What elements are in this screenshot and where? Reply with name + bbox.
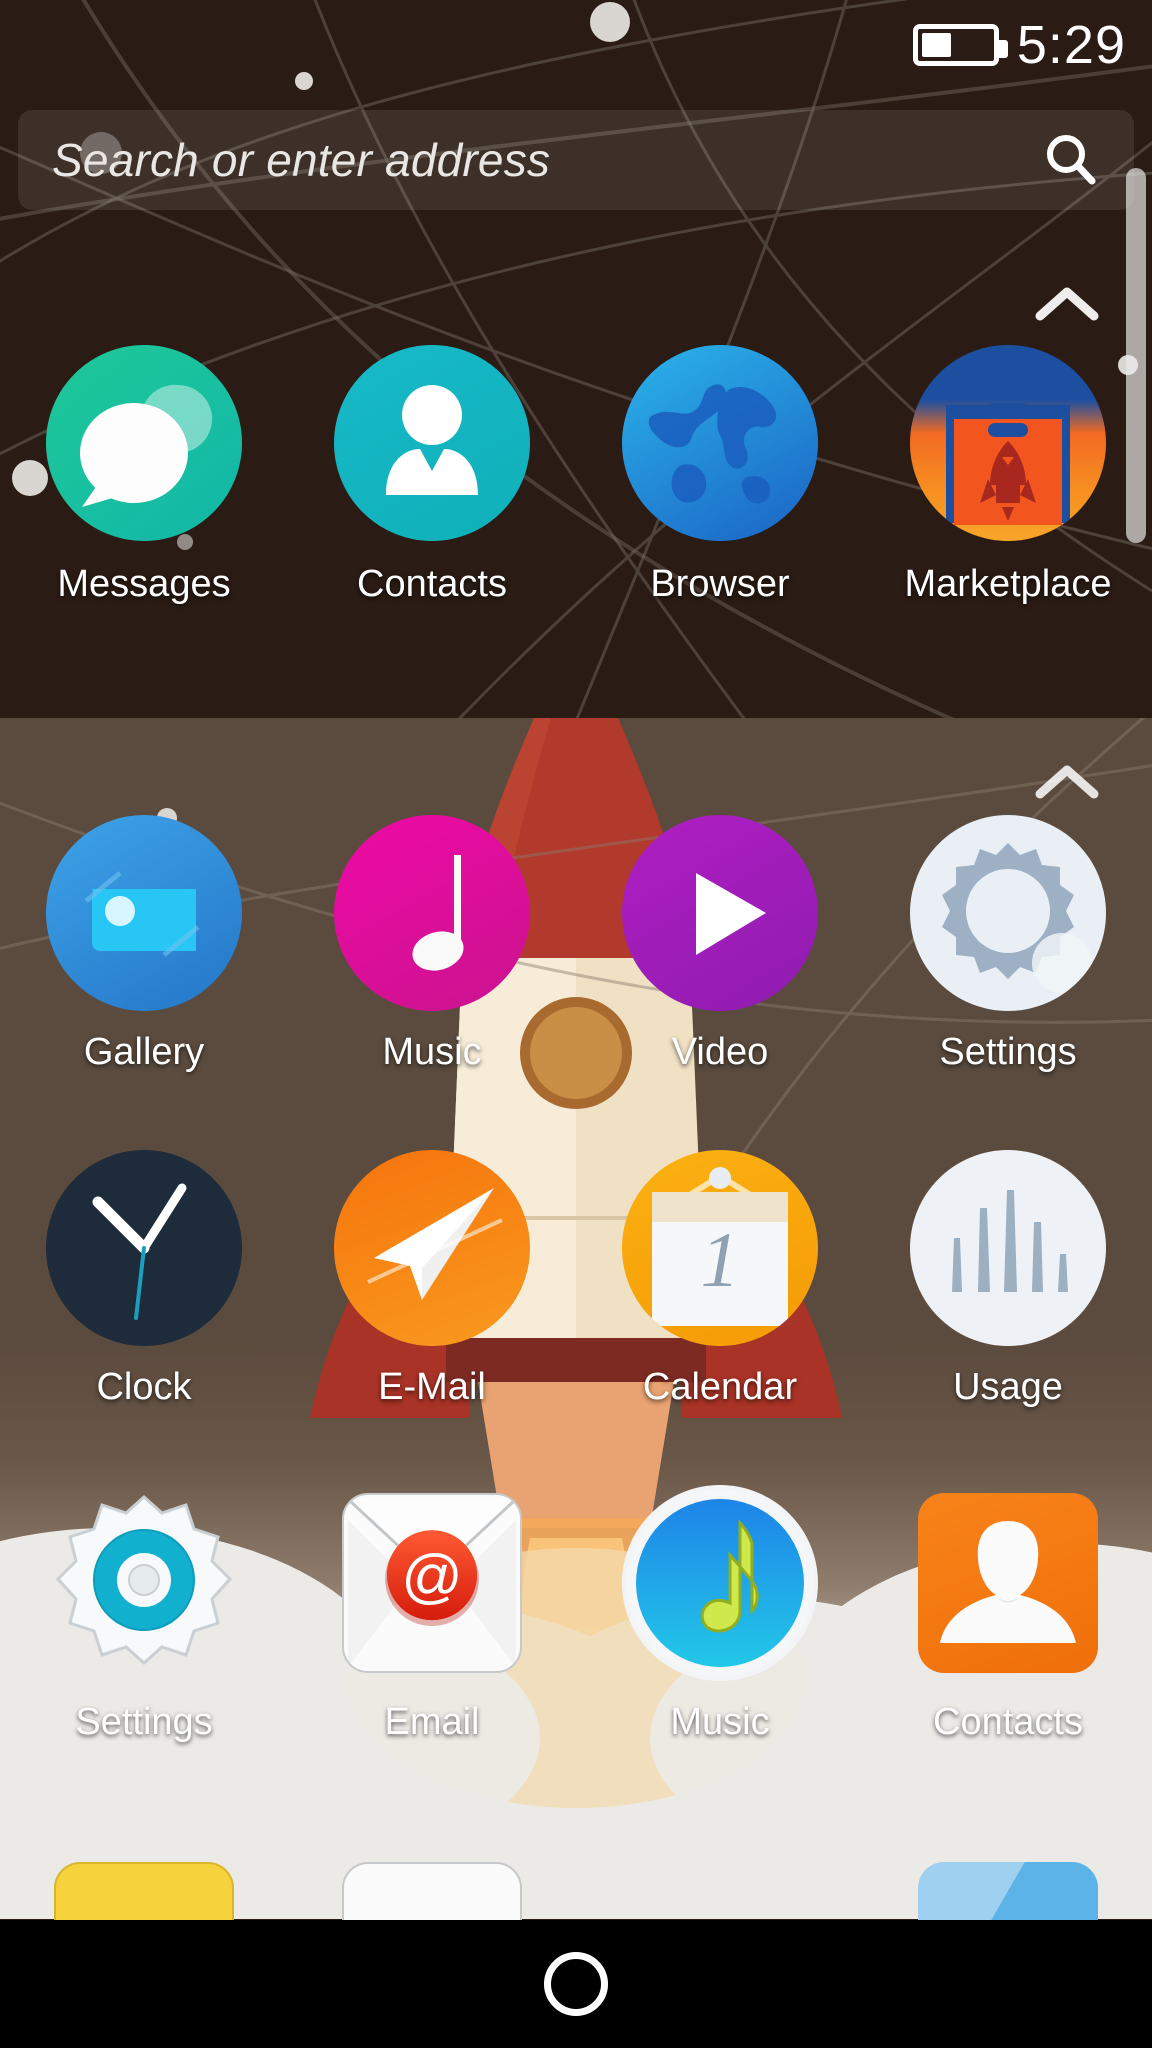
browser-globe-icon[interactable] xyxy=(622,345,818,541)
battery-icon xyxy=(912,24,1008,66)
search-icon[interactable] xyxy=(1042,131,1100,189)
partial-icon-blue[interactable] xyxy=(918,1862,1098,1920)
app-marketplace[interactable]: Marketplace xyxy=(864,345,1152,606)
app-music[interactable]: Music xyxy=(288,815,576,1074)
contacts-person-icon[interactable] xyxy=(918,1493,1098,1673)
app-contacts[interactable]: Contacts xyxy=(288,345,576,606)
app-label: Video xyxy=(671,1031,769,1073)
chevron-up-icon[interactable] xyxy=(1032,760,1102,804)
marketplace-icon[interactable] xyxy=(910,345,1106,541)
gallery-icon[interactable] xyxy=(46,815,242,1011)
partial-icon-white[interactable] xyxy=(342,1862,522,1920)
home-screen: 5:29 Search or enter address Messages Co… xyxy=(0,0,1152,2048)
app-label: Email xyxy=(384,1701,480,1743)
settings-gear-icon[interactable] xyxy=(910,815,1106,1011)
partial-icon-yellow[interactable] xyxy=(54,1862,234,1920)
music-note-icon[interactable] xyxy=(334,815,530,1011)
partial-icon-slot[interactable] xyxy=(864,1862,1152,1920)
app-label: Usage xyxy=(953,1366,1063,1408)
app-label: Messages xyxy=(57,563,231,605)
partial-icon-slot[interactable] xyxy=(288,1862,576,1920)
app-usage[interactable]: Usage xyxy=(864,1150,1152,1409)
settings-ring-icon[interactable] xyxy=(46,1485,242,1681)
messages-icon[interactable] xyxy=(46,345,242,541)
app-video[interactable]: Video xyxy=(576,815,864,1074)
partial-icon-slot xyxy=(576,1862,864,1920)
music-circle-icon[interactable] xyxy=(622,1485,818,1681)
app-label: Music xyxy=(670,1701,770,1743)
app-browser[interactable]: Browser xyxy=(576,345,864,606)
app-label: Contacts xyxy=(357,563,507,605)
email-plane-icon[interactable] xyxy=(334,1150,530,1346)
app-label: Settings xyxy=(75,1701,213,1743)
app-contacts-person[interactable]: Contacts xyxy=(864,1485,1152,1744)
app-music-circle[interactable]: Music xyxy=(576,1485,864,1744)
clock-icon[interactable] xyxy=(46,1150,242,1346)
svg-text:@: @ xyxy=(401,1542,463,1610)
email-envelope-icon[interactable]: @ xyxy=(342,1493,522,1673)
app-label: Contacts xyxy=(933,1701,1083,1743)
app-label: Marketplace xyxy=(904,563,1112,605)
calendar-icon[interactable]: 1 xyxy=(622,1150,818,1346)
contacts-icon[interactable] xyxy=(334,345,530,541)
navigation-bar xyxy=(0,1920,1152,2048)
chevron-up-icon[interactable] xyxy=(1032,282,1102,326)
partial-icon-empty xyxy=(630,1862,810,1920)
app-email-plane[interactable]: E-Mail xyxy=(288,1150,576,1409)
app-settings-gear[interactable]: Settings xyxy=(864,815,1152,1074)
app-label: E-Mail xyxy=(378,1366,486,1408)
app-gallery[interactable]: Gallery xyxy=(0,815,288,1074)
svg-text:1: 1 xyxy=(701,1216,740,1303)
app-grid-top: Messages Contacts Browser Marketplace xyxy=(0,345,1152,606)
status-bar-clock: 5:29 xyxy=(1016,15,1126,75)
home-button-icon[interactable] xyxy=(544,1952,608,2016)
app-label: Clock xyxy=(96,1366,192,1408)
video-play-icon[interactable] xyxy=(622,815,818,1011)
app-messages[interactable]: Messages xyxy=(0,345,288,606)
search-bar[interactable]: Search or enter address xyxy=(18,110,1134,210)
app-label: Browser xyxy=(650,563,790,605)
app-grid-bottom: Gallery Music Video Settings Clock E-Mai… xyxy=(0,815,1152,1744)
status-bar: 5:29 xyxy=(0,0,1152,90)
app-label: Calendar xyxy=(642,1366,798,1408)
app-label: Gallery xyxy=(83,1031,205,1073)
partial-app-row xyxy=(0,1862,1152,1920)
app-clock[interactable]: Clock xyxy=(0,1150,288,1409)
vertical-scrollbar[interactable] xyxy=(1126,168,1146,543)
app-label: Music xyxy=(382,1031,482,1073)
app-calendar[interactable]: 1 Calendar xyxy=(576,1150,864,1409)
usage-bars-icon[interactable] xyxy=(910,1150,1106,1346)
app-email-envelope[interactable]: @ Email xyxy=(288,1485,576,1744)
app-settings-ring[interactable]: Settings xyxy=(0,1485,288,1744)
app-label: Settings xyxy=(939,1031,1077,1073)
partial-icon-slot[interactable] xyxy=(0,1862,288,1920)
search-input[interactable]: Search or enter address xyxy=(52,133,1042,187)
